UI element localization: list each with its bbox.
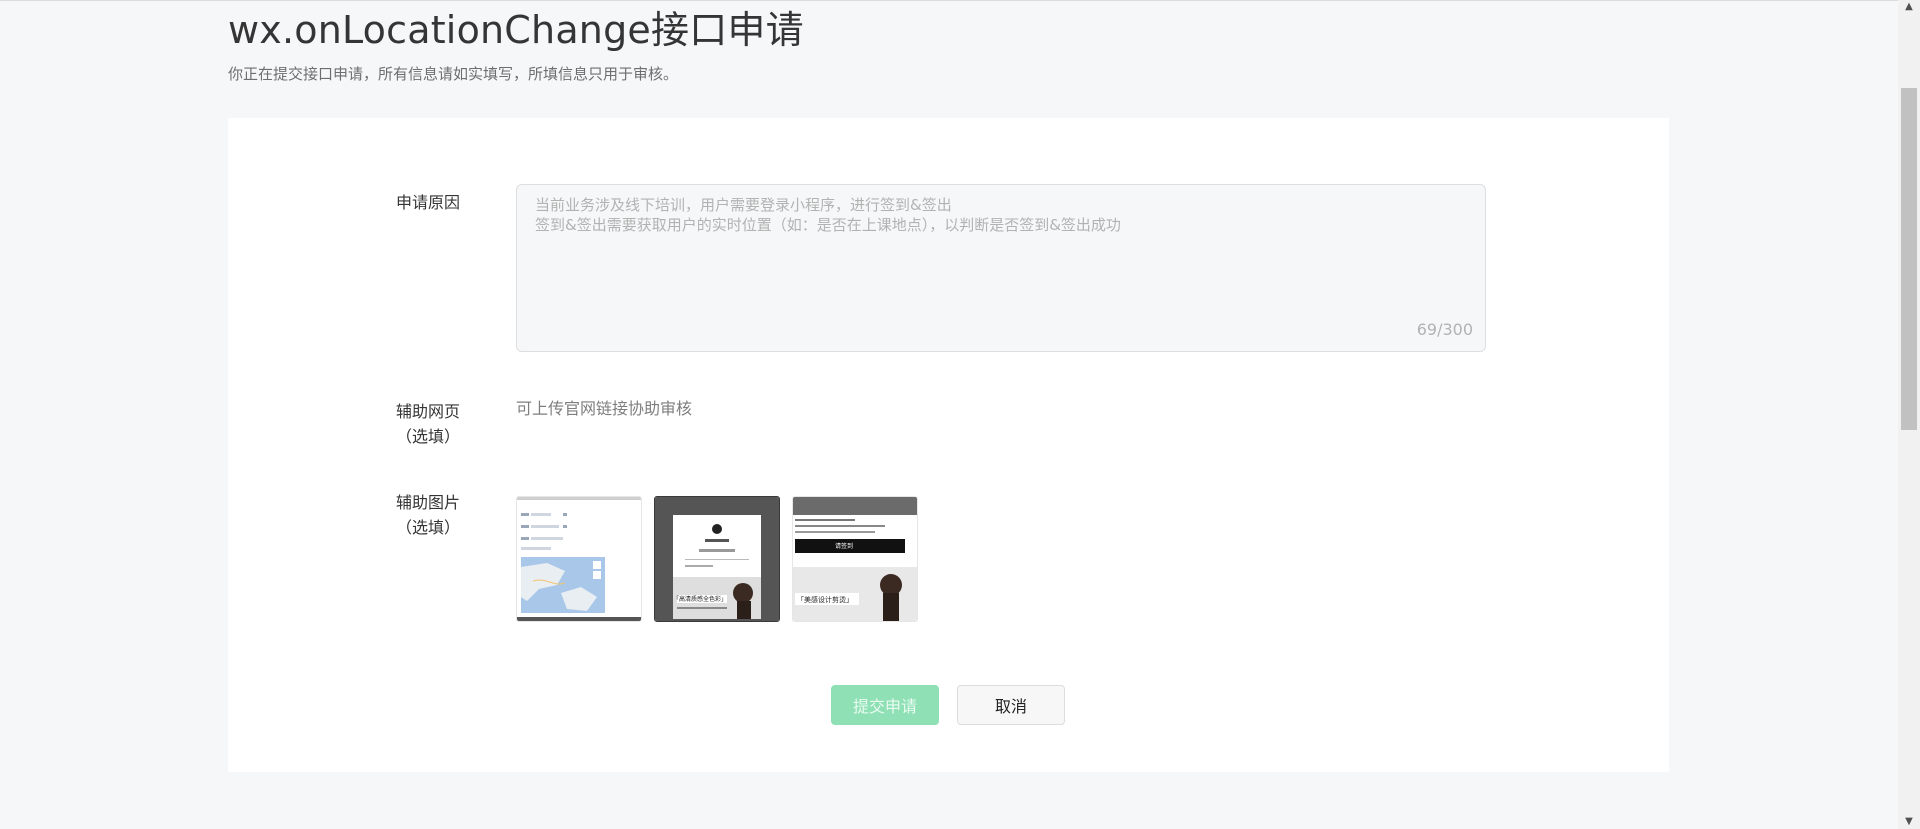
form-actions: 提交申请 取消 xyxy=(831,685,1065,725)
images-control: 「高清质感全色彩」 请签到 「美感设计剪烫」 xyxy=(516,496,918,622)
image-thumbnail-dialog[interactable]: 「高清质感全色彩」 xyxy=(654,496,780,622)
webpage-label: 辅助网页 （选填） xyxy=(378,399,478,449)
scroll-down-icon[interactable]: ▼ xyxy=(1898,815,1920,829)
webpage-label-main: 辅助网页 xyxy=(395,402,460,421)
image-thumbnail-signin[interactable]: 请签到 「美感设计剪烫」 xyxy=(792,496,918,622)
images-label-main: 辅助图片 xyxy=(395,493,460,512)
webpage-hint[interactable]: 可上传官网链接协助审核 xyxy=(516,398,692,420)
thumb3-caption: 「美感设计剪烫」 xyxy=(797,596,853,604)
reason-textarea-box: 当前业务涉及线下培训，用户需要登录小程序，进行签到&签出 签到&签出需要获取用户… xyxy=(516,184,1486,352)
image-thumbnail-map[interactable] xyxy=(516,496,642,622)
reason-label: 申请原因 xyxy=(395,193,460,212)
page-title: wx.onLocationChange接口申请 xyxy=(228,8,804,52)
page-subtitle: 你正在提交接口申请，所有信息请如实填写，所填信息只用于审核。 xyxy=(228,65,679,83)
scroll-thumb[interactable] xyxy=(1901,88,1917,430)
reason-char-counter: 69/300 xyxy=(1416,320,1473,339)
scroll-up-icon[interactable]: ▲ xyxy=(1898,0,1920,14)
cancel-button[interactable]: 取消 xyxy=(957,685,1065,725)
reason-textarea[interactable]: 当前业务涉及线下培训，用户需要登录小程序，进行签到&签出 签到&签出需要获取用户… xyxy=(535,195,1465,325)
images-label: 辅助图片 （选填） xyxy=(378,490,478,540)
webpage-label-optional: （选填） xyxy=(395,427,460,446)
thumb3-button-label: 请签到 xyxy=(835,543,854,550)
images-label-optional: （选填） xyxy=(395,518,460,537)
application-form-card: 申请原因 当前业务涉及线下培训，用户需要登录小程序，进行签到&签出 签到&签出需… xyxy=(228,118,1669,772)
map-preview-graphic xyxy=(517,497,641,621)
page-header: wx.onLocationChange接口申请 你正在提交接口申请，所有信息请如… xyxy=(228,8,1668,84)
submit-button[interactable]: 提交申请 xyxy=(831,685,939,725)
image-thumbnails: 「高清质感全色彩」 请签到 「美感设计剪烫」 xyxy=(516,496,918,622)
top-divider xyxy=(0,0,1898,1)
thumb2-caption: 「高清质感全色彩」 xyxy=(673,596,728,603)
webpage-control: 可上传官网链接协助审核 xyxy=(516,398,692,420)
reason-control: 当前业务涉及线下培训，用户需要登录小程序，进行签到&签出 签到&签出需要获取用户… xyxy=(516,184,1486,352)
page-scrollbar[interactable]: ▲ ▼ xyxy=(1898,0,1920,829)
